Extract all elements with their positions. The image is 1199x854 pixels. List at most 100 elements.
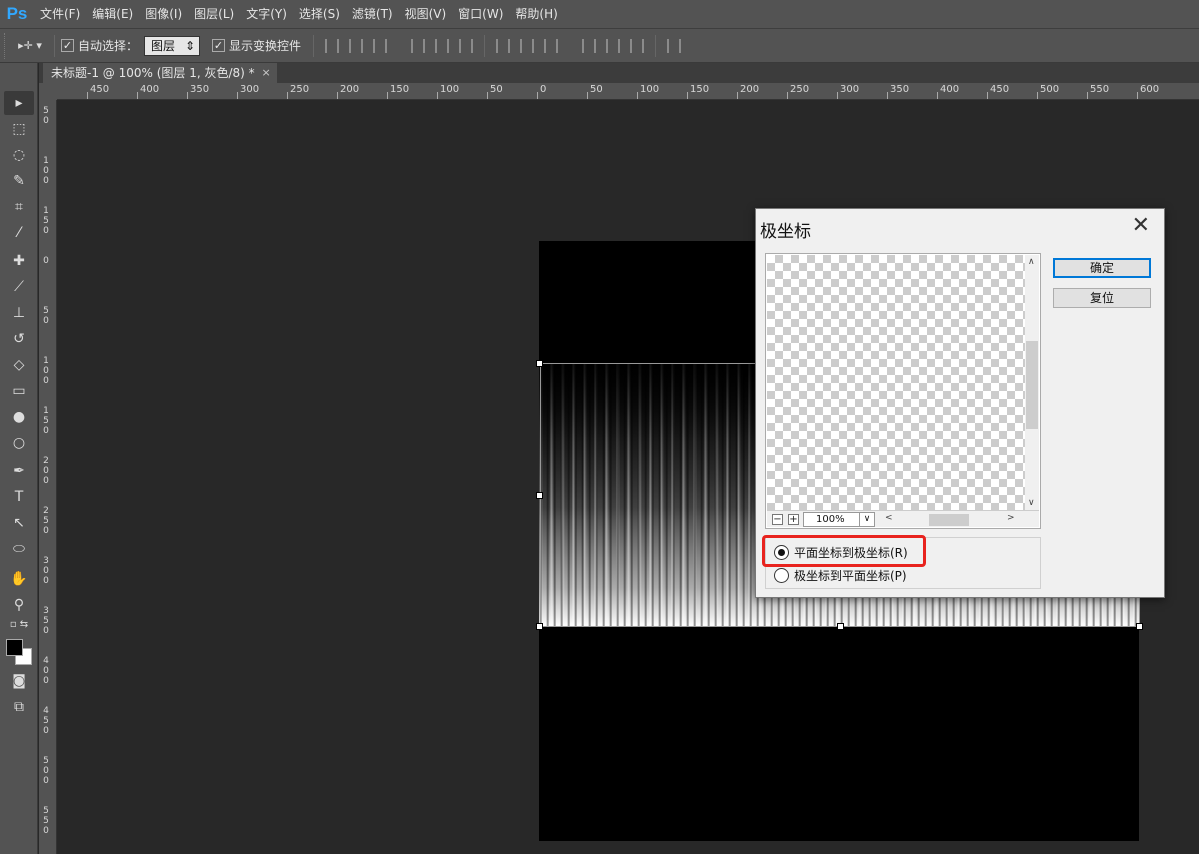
horizontal-scroll-thumb[interactable] (929, 514, 969, 526)
distribute-left-icon[interactable] (582, 38, 597, 53)
quick-mask-icon[interactable]: ◙ (4, 669, 34, 693)
menu-file[interactable]: 文件(F) (34, 0, 86, 28)
show-transform-checkbox[interactable]: ✓ 显示变换控件 (212, 37, 301, 54)
ruler-tick (737, 92, 738, 99)
preview-vertical-scrollbar[interactable]: ∧ ∨ (1025, 255, 1039, 510)
menu-window[interactable]: 窗口(W) (452, 0, 509, 28)
transform-handle-middle-left[interactable] (536, 492, 543, 499)
quick-select-tool-icon[interactable]: ✎ (4, 169, 34, 193)
align-right-icon[interactable] (459, 38, 474, 53)
swap-colors-icon[interactable]: ▫ ⇆ (4, 616, 34, 632)
ruler-tick (837, 92, 838, 99)
menu-bar: Ps 文件(F) 编辑(E) 图像(I) 图层(L) 文字(Y) 选择(S) 滤… (0, 0, 1199, 28)
move-tool-preset-icon[interactable]: ▸✛ ▾ (12, 35, 48, 57)
transform-handle-top-left[interactable] (536, 360, 543, 367)
screen-mode-icon[interactable]: ⧉ (4, 695, 34, 719)
ruler-vertical[interactable]: 50 100 150 0 50 100 150 200 250 300 350 400 450 500 55… (39, 100, 57, 854)
distribute-bottom-icon[interactable] (544, 38, 559, 53)
check-icon: ✓ (212, 39, 226, 52)
scroll-right-icon[interactable]: > (1007, 513, 1015, 523)
ruler-tick (487, 92, 488, 99)
menu-layer[interactable]: 图层(L) (188, 0, 240, 28)
gradient-tool-icon[interactable]: ▭ (4, 379, 34, 403)
ruler-label: 150 (43, 206, 49, 236)
divider (484, 34, 486, 57)
brush-tool-icon[interactable]: ⟋ (4, 275, 34, 299)
scroll-down-icon[interactable]: ∨ (1028, 498, 1035, 508)
divider (54, 34, 55, 57)
transform-handle-bottom-right[interactable] (1136, 623, 1143, 630)
menu-help[interactable]: 帮助(H) (509, 0, 563, 28)
ruler-label: 350 (190, 84, 210, 95)
menu-type[interactable]: 文字(Y) (240, 0, 293, 28)
ruler-label: 350 (890, 84, 910, 95)
blur-tool-icon[interactable]: ● (4, 405, 34, 429)
radio-unselected-icon[interactable] (774, 568, 789, 583)
distribute-right-icon[interactable] (630, 38, 645, 53)
ruler-horizontal[interactable]: 450 400 350 300 250 200 150 100 50 0 50 100 150 200 25… (57, 83, 1199, 100)
lasso-tool-icon[interactable]: ◌ (4, 143, 34, 167)
move-tool-icon[interactable]: ▸ (4, 91, 34, 115)
crop-tool-icon[interactable]: ⌗ (4, 195, 34, 219)
document-tab[interactable]: 未标题-1 @ 100% (图层 1, 灰色/8) * × (43, 63, 277, 83)
vertical-scroll-thumb[interactable] (1026, 341, 1038, 429)
auto-align-icon[interactable] (667, 38, 682, 53)
transform-handle-bottom-left[interactable] (536, 623, 543, 630)
options-grip[interactable] (4, 32, 12, 59)
healing-brush-tool-icon[interactable]: ✚ (4, 249, 34, 273)
pen-tool-icon[interactable]: ✒ (4, 459, 34, 483)
ruler-label: 100 (43, 356, 49, 386)
zoom-out-button[interactable]: − (772, 514, 783, 525)
marquee-tool-icon[interactable]: ⬚ (4, 117, 34, 141)
menu-filter[interactable]: 滤镜(T) (346, 0, 399, 28)
scroll-up-icon[interactable]: ∧ (1028, 257, 1035, 267)
ruler-label: 400 (940, 84, 960, 95)
align-bottom-icon[interactable] (373, 38, 388, 53)
show-transform-label: 显示变换控件 (229, 39, 302, 53)
history-brush-tool-icon[interactable]: ↺ (4, 327, 34, 351)
eyedropper-tool-icon[interactable]: ⁄ (4, 221, 34, 245)
align-hcenter-icon[interactable] (435, 38, 450, 53)
align-vcenter-icon[interactable] (349, 38, 364, 53)
ruler-label: 300 (240, 84, 260, 95)
align-top-icon[interactable] (325, 38, 340, 53)
radio-polar-to-rect-label: 极坐标到平面坐标(P) (794, 569, 907, 583)
menu-select[interactable]: 选择(S) (293, 0, 346, 28)
ruler-tick (687, 92, 688, 99)
ellipse-tool-icon[interactable]: ⬭ (4, 537, 34, 561)
distribute-vcenter-icon[interactable] (520, 38, 535, 53)
zoom-in-button[interactable]: + (788, 514, 799, 525)
scroll-left-icon[interactable]: < (885, 513, 893, 523)
ruler-label: 50 (43, 306, 49, 326)
ruler-label: 450 (90, 84, 110, 95)
ruler-tick (587, 92, 588, 99)
auto-select-dropdown[interactable]: 图层 ⇕ (144, 35, 201, 56)
menu-edit[interactable]: 编辑(E) (86, 0, 139, 28)
align-left-icon[interactable] (411, 38, 426, 53)
stamp-tool-icon[interactable]: ⊥ (4, 301, 34, 325)
zoom-tool-icon[interactable]: ⚲ (4, 593, 34, 617)
close-tab-icon[interactable]: × (261, 63, 270, 83)
distribute-top-icon[interactable] (496, 38, 511, 53)
filter-preview[interactable]: ∧ ∨ − + 100% ∨ < > (765, 253, 1041, 529)
distribute-hcenter-icon[interactable] (606, 38, 621, 53)
reset-button[interactable]: 复位 (1053, 288, 1151, 308)
ok-button[interactable]: 确定 (1053, 258, 1151, 278)
radio-polar-to-rect[interactable]: 极坐标到平面坐标(P) (774, 567, 907, 584)
ruler-label: 250 (290, 84, 310, 95)
ruler-tick (787, 92, 788, 99)
path-select-tool-icon[interactable]: ↖ (4, 511, 34, 535)
ruler-label: 500 (1040, 84, 1060, 95)
transform-handle-bottom-center[interactable] (837, 623, 844, 630)
dodge-tool-icon[interactable]: ○ (4, 431, 34, 455)
auto-select-label: 自动选择： (78, 39, 139, 53)
auto-select-checkbox[interactable]: ✓ 自动选择： (61, 37, 138, 54)
menu-image[interactable]: 图像(I) (139, 0, 188, 28)
foreground-color-swatch[interactable] (6, 639, 23, 656)
type-tool-icon[interactable]: T (4, 485, 34, 509)
close-icon[interactable]: ✕ (1132, 213, 1150, 238)
zoom-select[interactable]: 100% ∨ (803, 512, 875, 527)
menu-view[interactable]: 视图(V) (399, 0, 453, 28)
eraser-tool-icon[interactable]: ◇ (4, 353, 34, 377)
hand-tool-icon[interactable]: ✋ (4, 567, 34, 591)
